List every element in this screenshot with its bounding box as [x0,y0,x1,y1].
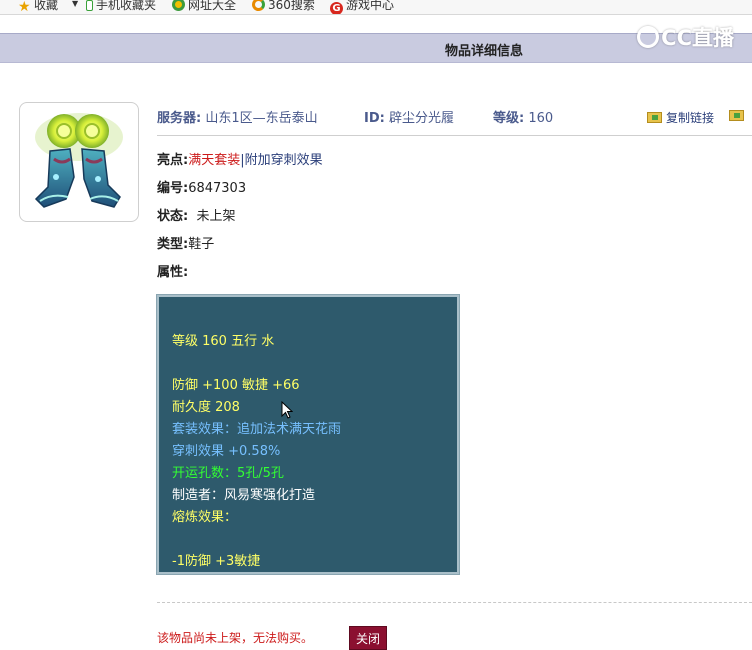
bookmark-mobile[interactable]: 手机收藏夹 [86,0,156,14]
folder-icon [729,110,744,121]
number-row: 编号:6847303 [157,181,247,196]
level-field: 等级: 160 [493,111,554,126]
attr-maker: 制造者：风易寒强化打造 [172,488,316,503]
star-icon: ★ [18,0,31,15]
phone-icon [86,0,93,11]
attribute-row: 属性: [157,265,189,280]
bookmarks-bar: ★ 收藏 ▼ 手机收藏夹 网址大全 360搜索 G 游戏中心 [0,0,752,15]
bookmark-directory[interactable]: 网址大全 [172,0,236,14]
item-image [19,102,139,222]
highlight-row: 亮点:满天套装|附加穿刺效果 [157,153,323,168]
game-icon: G [330,2,343,14]
attr-sockets: 开运孔数：5孔/5孔 [172,466,284,481]
copy-link-button[interactable]: 复制链接 [647,109,714,126]
highlight-suit: 满天套装 [188,153,241,168]
attr-smelt-value: -1防御 +3敏捷 [172,554,261,569]
bookmark-game-center[interactable]: G 游戏中心 [330,0,394,14]
attribute-panel: 等级 160 五行 水 防御 +100 敏捷 +66 耐久度 208 套装效果：… [156,294,460,575]
attr-durability: 耐久度 208 [172,400,240,415]
attr-suit-effect: 套装效果：追加法术满天花雨 [172,422,342,437]
boots-icon [34,113,123,208]
highlight-pierce: 附加穿刺效果 [244,153,323,168]
status-row: 状态: 未上架 [157,209,236,224]
bookmark-360-search[interactable]: 360搜索 [252,0,315,14]
bookmark-favorites[interactable]: ★ 收藏 [18,0,58,14]
folder-icon [647,112,662,123]
id-field: ID: 辟尘分光履 [364,111,454,126]
chevron-down-icon[interactable]: ▼ [72,0,78,8]
close-button[interactable]: 关闭 [349,626,387,650]
attr-smelt-label: 熔炼效果： [172,510,238,525]
divider [157,135,752,136]
attr-level-element: 等级 160 五行 水 [172,334,275,349]
cc-live-watermark: CC直播 [637,22,734,52]
mouse-cursor-icon [281,401,293,419]
globe-icon [172,0,185,11]
second-action-button[interactable] [729,109,748,123]
not-listed-notice: 该物品尚未上架，无法购买。 [157,631,314,645]
attr-pierce-effect: 穿刺效果 +0.58% [172,444,281,459]
footer-divider [157,602,752,603]
server-field: 服务器: 山东1区—东岳泰山 [157,111,318,126]
type-row: 类型:鞋子 [157,237,215,252]
search-ring-icon [252,0,265,11]
cc-logo-icon [637,26,660,48]
attr-defense-agility: 防御 +100 敏捷 +66 [172,378,300,393]
